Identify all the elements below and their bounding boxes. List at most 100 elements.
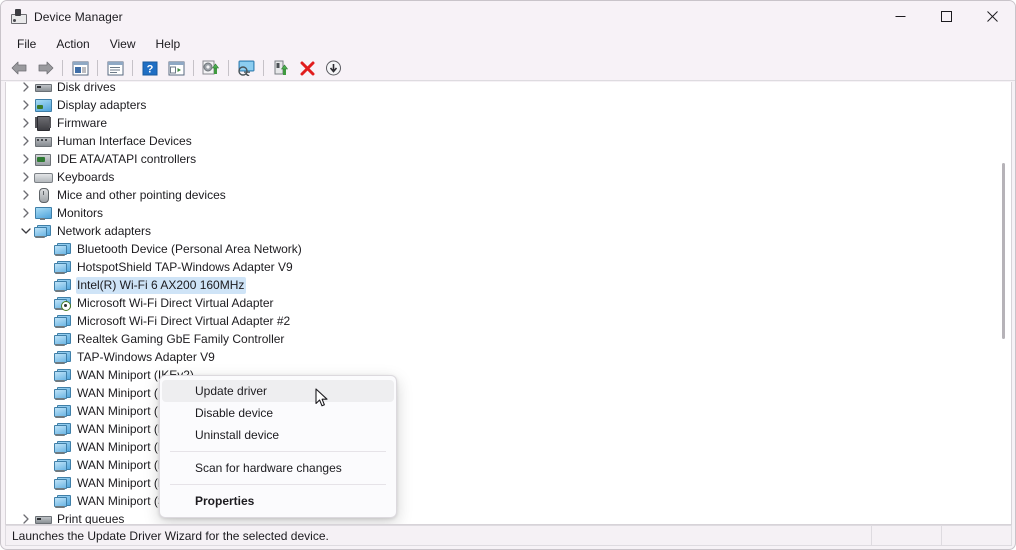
- context-menu-item-label: Scan for hardware changes: [195, 461, 342, 475]
- toolbar-separator: [97, 60, 98, 76]
- tree-row[interactable]: Realtek Gaming GbE Family Controller: [6, 330, 996, 348]
- tree-row-label: Mice and other pointing devices: [57, 187, 226, 202]
- tree-row[interactable]: Display adapters: [6, 96, 996, 114]
- properties-icon[interactable]: [68, 57, 92, 79]
- toolbar-separator: [228, 60, 229, 76]
- tree-row[interactable]: WAN Miniport (PPTP): [6, 474, 996, 492]
- tree-row[interactable]: WAN Miniport (IKEv2): [6, 366, 996, 384]
- tree-row[interactable]: WAN Miniport (IPv6): [6, 402, 996, 420]
- tree-row-label: Microsoft Wi-Fi Direct Virtual Adapter #…: [77, 313, 291, 328]
- scan-hardware-changes-icon[interactable]: [234, 57, 258, 79]
- context-menu-item-label: Uninstall device: [195, 428, 280, 442]
- network-adapter-icon: [54, 493, 72, 509]
- tree-row[interactable]: WAN Miniport (IP): [6, 384, 996, 402]
- tree-row[interactable]: Firmware: [6, 114, 996, 132]
- tree-row-label: IDE ATA/ATAPI controllers: [57, 151, 197, 166]
- minimize-button[interactable]: [877, 1, 923, 32]
- chevron-right-icon[interactable]: [18, 204, 34, 222]
- scrollbar-thumb[interactable]: [1002, 163, 1005, 339]
- context-menu-item[interactable]: Update driver: [162, 380, 394, 402]
- context-menu-item[interactable]: Uninstall device: [162, 424, 394, 446]
- context-menu-item[interactable]: Properties: [162, 490, 394, 512]
- tree-row[interactable]: Monitors: [6, 204, 996, 222]
- disable-device-icon[interactable]: [321, 57, 345, 79]
- tree-row[interactable]: Mice and other pointing devices: [6, 186, 996, 204]
- status-text: Launches the Update Driver Wizard for th…: [12, 528, 329, 543]
- tree-row[interactable]: WAN Miniport (PPPOE): [6, 456, 996, 474]
- hid-icon: [34, 133, 52, 149]
- tree-row[interactable]: Print queues: [6, 510, 996, 524]
- menu-action[interactable]: Action: [46, 34, 99, 54]
- menu-help[interactable]: Help: [146, 34, 191, 54]
- tree-row[interactable]: WAN Miniport (Network Monitor): [6, 438, 996, 456]
- tree-row[interactable]: Intel(R) Wi-Fi 6 AX200 160MHz: [6, 276, 996, 294]
- tree-row[interactable]: WAN Miniport (SSTP): [6, 492, 996, 510]
- view-icon[interactable]: [164, 57, 188, 79]
- uninstall-device-icon[interactable]: [295, 57, 319, 79]
- chevron-right-icon[interactable]: [18, 82, 34, 96]
- chevron-right-icon[interactable]: [18, 132, 34, 150]
- tree-row[interactable]: Bluetooth Device (Personal Area Network): [6, 240, 996, 258]
- tree-row[interactable]: IDE ATA/ATAPI controllers: [6, 150, 996, 168]
- display-adapter-icon: [34, 97, 52, 113]
- device-tree-panel: Disk drives Display adapters Firmware Human…: [5, 82, 1012, 525]
- back-icon[interactable]: [7, 57, 31, 79]
- context-menu-item[interactable]: Scan for hardware changes: [162, 457, 394, 479]
- menu-file[interactable]: File: [7, 34, 46, 54]
- tree-row[interactable]: Network adapters: [6, 222, 996, 240]
- tree-row[interactable]: WAN Miniport (L2TP): [6, 420, 996, 438]
- chevron-right-icon[interactable]: [18, 150, 34, 168]
- chevron-right-icon[interactable]: [18, 168, 34, 186]
- chevron-right-icon[interactable]: [18, 510, 34, 524]
- tree-row[interactable]: Microsoft Wi-Fi Direct Virtual Adapter: [6, 294, 996, 312]
- tree-row-label: Intel(R) Wi-Fi 6 AX200 160MHz: [76, 276, 247, 294]
- network-adapter-icon: [54, 313, 72, 329]
- toolbar-separator: [193, 60, 194, 76]
- network-adapter-icon: [54, 349, 72, 365]
- enable-device-icon[interactable]: [269, 57, 293, 79]
- tree-row-label: Firmware: [57, 115, 107, 130]
- window-title: Device Manager: [34, 9, 123, 24]
- context-menu-separator: [170, 451, 386, 452]
- chevron-down-icon[interactable]: [18, 222, 34, 240]
- network-adapter-icon: [54, 421, 72, 437]
- network-adapter-icon: [54, 259, 72, 275]
- forward-icon[interactable]: [33, 57, 57, 79]
- device-manager-window: Device Manager File Action View Help ? D…: [0, 0, 1016, 550]
- tree-row[interactable]: Keyboards: [6, 168, 996, 186]
- tree-row[interactable]: Microsoft Wi-Fi Direct Virtual Adapter #…: [6, 312, 996, 330]
- chevron-right-icon[interactable]: [18, 114, 34, 132]
- help-icon[interactable]: ?: [138, 57, 162, 79]
- device-tree: Disk drives Display adapters Firmware Human…: [6, 82, 996, 524]
- context-menu: Update driver Disable device Uninstall dev…: [159, 375, 397, 518]
- network-adapter-icon: [54, 475, 72, 491]
- window-controls: [877, 1, 1015, 32]
- context-menu-item[interactable]: Disable device: [162, 402, 394, 424]
- toolbar-separator: [263, 60, 264, 76]
- tree-row-label: Display adapters: [57, 97, 147, 112]
- title-bar: Device Manager: [1, 1, 1015, 32]
- vertical-scrollbar[interactable]: [996, 83, 1010, 524]
- menu-view[interactable]: View: [100, 34, 146, 54]
- network-adapter-disabled-icon: [54, 295, 72, 311]
- network-adapter-icon: [54, 385, 72, 401]
- close-button[interactable]: [969, 1, 1015, 32]
- chevron-right-icon[interactable]: [18, 96, 34, 114]
- tree-row[interactable]: Disk drives: [6, 82, 996, 96]
- tree-row[interactable]: TAP-Windows Adapter V9: [6, 348, 996, 366]
- tree-row[interactable]: Human Interface Devices: [6, 132, 996, 150]
- chevron-right-icon[interactable]: [18, 186, 34, 204]
- maximize-button[interactable]: [923, 1, 969, 32]
- status-bar: Launches the Update Driver Wizard for th…: [5, 525, 1012, 546]
- tree-row-label: Realtek Gaming GbE Family Controller: [77, 331, 285, 346]
- show-hide-console-tree-icon[interactable]: [103, 57, 127, 79]
- update-driver-icon[interactable]: [199, 57, 223, 79]
- tree-row[interactable]: HotspotShield TAP-Windows Adapter V9: [6, 258, 996, 276]
